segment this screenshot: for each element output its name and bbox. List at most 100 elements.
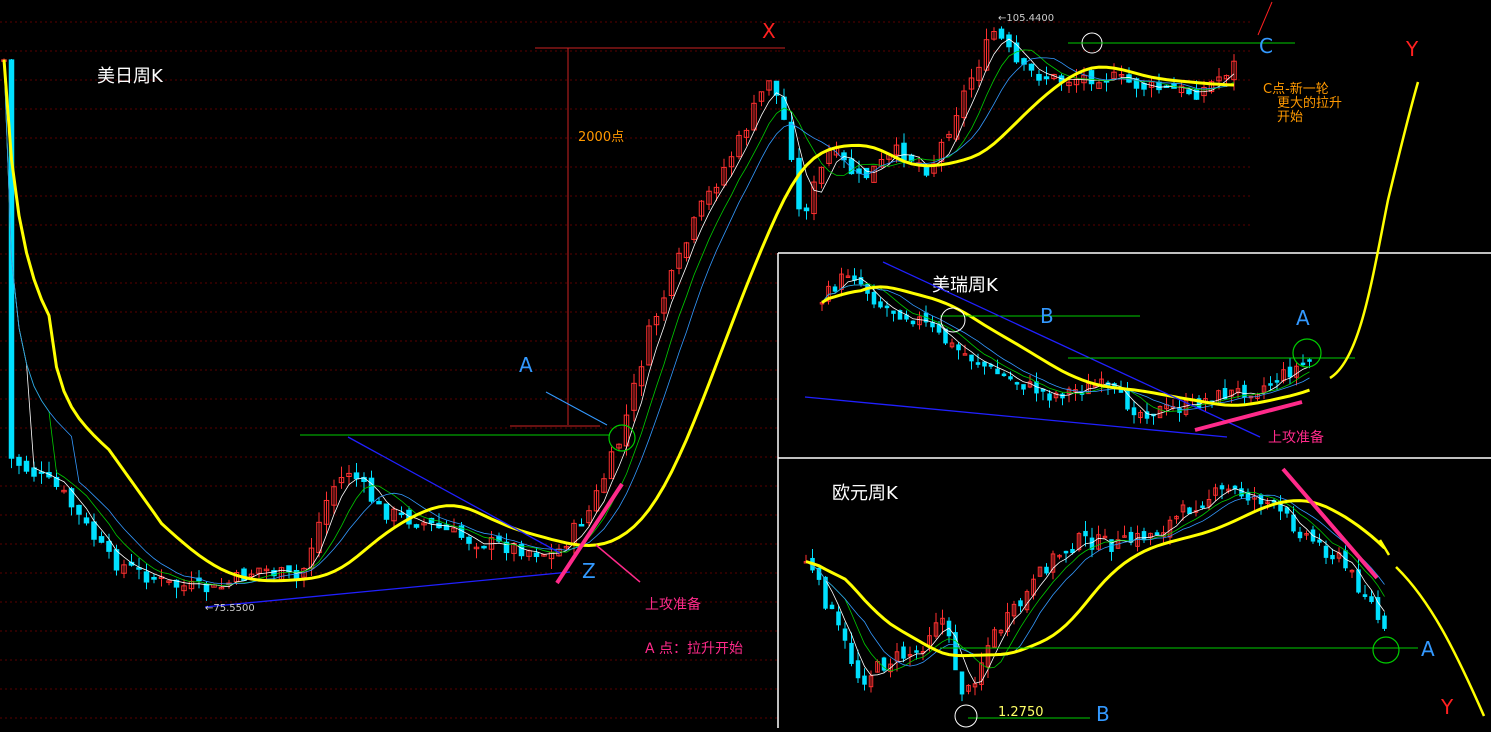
eurusd-body (842, 628, 848, 641)
usdjpy-body (803, 207, 810, 212)
label-a: A (519, 353, 533, 377)
attack-arrow (595, 544, 641, 583)
usdjpy-body (83, 517, 90, 524)
usdchf-body (1125, 388, 1130, 410)
usdjpy-body (23, 460, 30, 472)
a-point-circle (608, 424, 636, 452)
eurusd-ma5 (805, 488, 1385, 684)
usdchf-body (1131, 407, 1137, 416)
usdchf-body (1047, 393, 1052, 401)
eurusd-body (862, 675, 867, 685)
chart-title-usdchf: 美瑞周K (932, 275, 999, 296)
usdjpy-body (98, 536, 105, 543)
chf-attack-prep: 上攻准备 (1268, 429, 1324, 446)
usdjpy-body (901, 142, 907, 161)
eurusd-body (1291, 514, 1296, 532)
eurusd-body (1330, 554, 1335, 560)
usdjpy-body (788, 121, 795, 160)
eurusd-body (959, 671, 965, 695)
c-note-line3: 开始 (1277, 110, 1303, 125)
usdchf-ma-long (821, 285, 1310, 407)
usdjpy-body (1028, 63, 1035, 71)
eurusd-body (1044, 566, 1049, 574)
usdjpy-body (796, 157, 802, 210)
eurusd-body (1187, 507, 1192, 515)
eur-label-b: B (1096, 702, 1110, 726)
low-price-label: ←75.5500 (205, 603, 255, 614)
usdjpy-body (16, 456, 22, 466)
eurusd-ma20 (805, 494, 1385, 667)
label-x: X (762, 19, 776, 43)
usdchf-body (1287, 366, 1293, 378)
label-z: Z (582, 559, 596, 583)
eurusd-body (1200, 505, 1205, 508)
usdchf-body (1307, 359, 1312, 362)
a-point-note: A 点：拉升开始 (645, 641, 743, 657)
eurusd-body (953, 632, 958, 671)
usdjpy-body (383, 503, 390, 520)
usdjpy-body (1043, 76, 1050, 80)
eur-a-circle (1372, 636, 1400, 664)
points-label: 2000点 (578, 130, 624, 145)
chart-title-eurusd: 欧元周K (832, 483, 899, 504)
usdjpy-body (578, 523, 585, 527)
eurusd-body (836, 611, 841, 626)
eurusd-body (1083, 530, 1088, 537)
usdchf-body (871, 291, 877, 305)
eurusd-body (1317, 539, 1322, 543)
usdjpy-body (1186, 89, 1192, 95)
eurusd-body (901, 646, 906, 659)
eur-projection-curve (1395, 566, 1486, 717)
usdchf-body (975, 362, 981, 365)
chart-stage: 2000点 X ←75.5500 A Z 上攻准备 A 点：拉升开始 美日周K … (0, 0, 1491, 728)
eurusd-body (1063, 550, 1069, 554)
usdjpy-body (106, 540, 112, 552)
c-red-tick (1257, 1, 1273, 36)
usdjpy-body (398, 512, 405, 516)
usdjpy-body (31, 467, 37, 477)
chart-title-usdjpy: 美日周K (97, 66, 164, 87)
chf-b-circle (940, 307, 966, 333)
usdchf-body (891, 310, 896, 314)
usdchf-body (969, 354, 974, 362)
eur-label-a: A (1421, 637, 1435, 661)
eurusd-body (1323, 545, 1329, 558)
a-arrow (545, 391, 608, 426)
eurusd-ma10 (805, 491, 1385, 672)
usdchf-body (832, 286, 838, 292)
usdjpy-body (76, 504, 82, 515)
eurusd-body (1362, 594, 1368, 597)
chf-down-trend (882, 261, 1261, 438)
eur-down-line (1281, 467, 1379, 580)
chf-label-b: B (1040, 304, 1054, 328)
eur-low-price: 1.2750 (998, 705, 1044, 720)
eurusd-body (1070, 548, 1075, 553)
usdjpy-body (68, 488, 75, 508)
usdchf-body (1008, 376, 1013, 380)
usdchf-body (878, 301, 883, 308)
usdjpy-projection-curve (1329, 81, 1420, 380)
eurusd-body (829, 604, 835, 610)
usdjpy-body (151, 576, 157, 580)
moving-average-lines (2, 38, 1386, 684)
attack-prep-label: 上攻准备 (645, 596, 701, 613)
eur-label-y: Y (1440, 695, 1454, 719)
usdchf-body (884, 305, 890, 309)
usdchf-body (1300, 362, 1306, 366)
chf-attack-line (1194, 400, 1303, 432)
eurusd-body (1219, 485, 1225, 490)
c-note-line1: C点-新一轮 (1263, 81, 1329, 97)
eurusd-body (1154, 532, 1160, 536)
label-c: C (1259, 34, 1273, 58)
usdchf-body (956, 344, 961, 351)
chart-canvas: 2000点 X ←75.5500 A Z 上攻准备 A 点：拉升开始 美日周K … (0, 1, 1491, 728)
usdchf-body (1274, 380, 1280, 383)
eurusd-body (1141, 531, 1147, 541)
eurusd-body (849, 642, 854, 664)
usdjpy-body (923, 166, 930, 176)
eurusd-body (1382, 615, 1387, 629)
eurusd-body (1297, 531, 1303, 539)
eurusd-ma-long (805, 499, 1386, 658)
usdjpy-body (533, 552, 540, 558)
eurusd-body (914, 650, 919, 653)
